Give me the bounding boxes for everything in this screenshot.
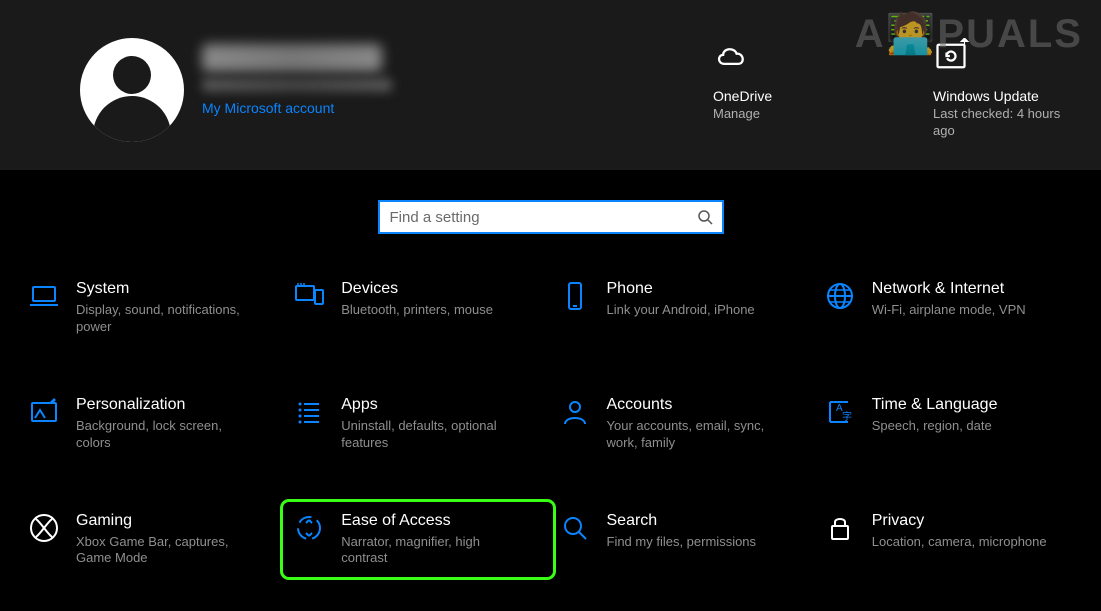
onedrive-sub: Manage	[713, 106, 843, 123]
category-sub: Speech, region, date	[872, 418, 998, 435]
globe-icon	[824, 280, 856, 312]
update-icon	[933, 38, 969, 74]
user-email	[202, 78, 392, 92]
person-icon	[559, 396, 591, 428]
category-network[interactable]: Network & Internet Wi-Fi, airplane mode, …	[816, 274, 1081, 342]
category-apps[interactable]: Apps Uninstall, defaults, optional featur…	[285, 390, 550, 458]
category-title: Gaming	[76, 512, 256, 530]
onedrive-title: OneDrive	[713, 88, 843, 104]
category-sub: Narrator, magnifier, high contrast	[341, 534, 521, 568]
cloud-icon	[713, 38, 749, 74]
category-accounts[interactable]: Accounts Your accounts, email, sync, work…	[551, 390, 816, 458]
category-sub: Background, lock screen, colors	[76, 418, 256, 452]
category-privacy[interactable]: Privacy Location, camera, microphone	[816, 506, 1081, 574]
category-sub: Display, sound, notifications, power	[76, 302, 256, 336]
apps-icon	[293, 396, 325, 428]
lock-icon	[824, 512, 856, 544]
devices-icon	[293, 280, 325, 312]
category-phone[interactable]: Phone Link your Android, iPhone	[551, 274, 816, 342]
settings-grid: System Display, sound, notifications, pow…	[0, 234, 1101, 573]
phone-icon	[559, 280, 591, 312]
category-title: Privacy	[872, 512, 1047, 530]
windows-update-title: Windows Update	[933, 88, 1063, 104]
category-sub: Find my files, permissions	[607, 534, 757, 551]
category-title: Apps	[341, 396, 521, 414]
category-gaming[interactable]: Gaming Xbox Game Bar, captures, Game Mode	[20, 506, 285, 574]
xbox-icon	[28, 512, 60, 544]
category-title: Search	[607, 512, 757, 530]
category-time[interactable]: Time & Language Speech, region, date	[816, 390, 1081, 458]
user-avatar[interactable]	[80, 38, 184, 142]
windows-update-tile[interactable]: Windows Update Last checked: 4 hours ago	[933, 38, 1063, 140]
category-sub: Your accounts, email, sync, work, family	[607, 418, 787, 452]
category-sub: Wi-Fi, airplane mode, VPN	[872, 302, 1026, 319]
laptop-icon	[28, 280, 60, 312]
account-text: My Microsoft account	[202, 38, 392, 118]
category-sub: Location, camera, microphone	[872, 534, 1047, 551]
category-title: System	[76, 280, 256, 298]
onedrive-tile[interactable]: OneDrive Manage	[713, 38, 843, 140]
category-title: Devices	[341, 280, 493, 298]
category-title: Phone	[607, 280, 755, 298]
personalization-icon	[28, 396, 60, 428]
search-big-icon	[559, 512, 591, 544]
user-name	[202, 44, 382, 72]
category-devices[interactable]: Devices Bluetooth, printers, mouse	[285, 274, 550, 342]
category-sub: Xbox Game Bar, captures, Game Mode	[76, 534, 256, 568]
category-sub: Link your Android, iPhone	[607, 302, 755, 319]
category-title: Network & Internet	[872, 280, 1026, 298]
category-system[interactable]: System Display, sound, notifications, pow…	[20, 274, 285, 342]
search-icon	[696, 208, 714, 226]
search-box[interactable]	[378, 200, 724, 234]
category-sub: Uninstall, defaults, optional features	[341, 418, 521, 452]
category-title: Ease of Access	[341, 512, 521, 530]
time-lang-icon	[824, 396, 856, 428]
ease-icon	[293, 512, 325, 544]
settings-header: My Microsoft account OneDrive Manage Win…	[0, 0, 1101, 170]
category-search[interactable]: Search Find my files, permissions	[551, 506, 816, 574]
quick-tiles: OneDrive Manage Windows Update Last chec…	[713, 38, 1063, 140]
category-personalization[interactable]: Personalization Background, lock screen, …	[20, 390, 285, 458]
category-title: Accounts	[607, 396, 787, 414]
category-title: Personalization	[76, 396, 256, 414]
search-input[interactable]	[380, 202, 722, 232]
category-sub: Bluetooth, printers, mouse	[341, 302, 493, 319]
category-ease[interactable]: Ease of Access Narrator, magnifier, high …	[283, 502, 552, 578]
windows-update-sub: Last checked: 4 hours ago	[933, 106, 1063, 140]
category-title: Time & Language	[872, 396, 998, 414]
my-microsoft-account-link[interactable]: My Microsoft account	[202, 100, 334, 116]
search-wrap	[0, 200, 1101, 234]
